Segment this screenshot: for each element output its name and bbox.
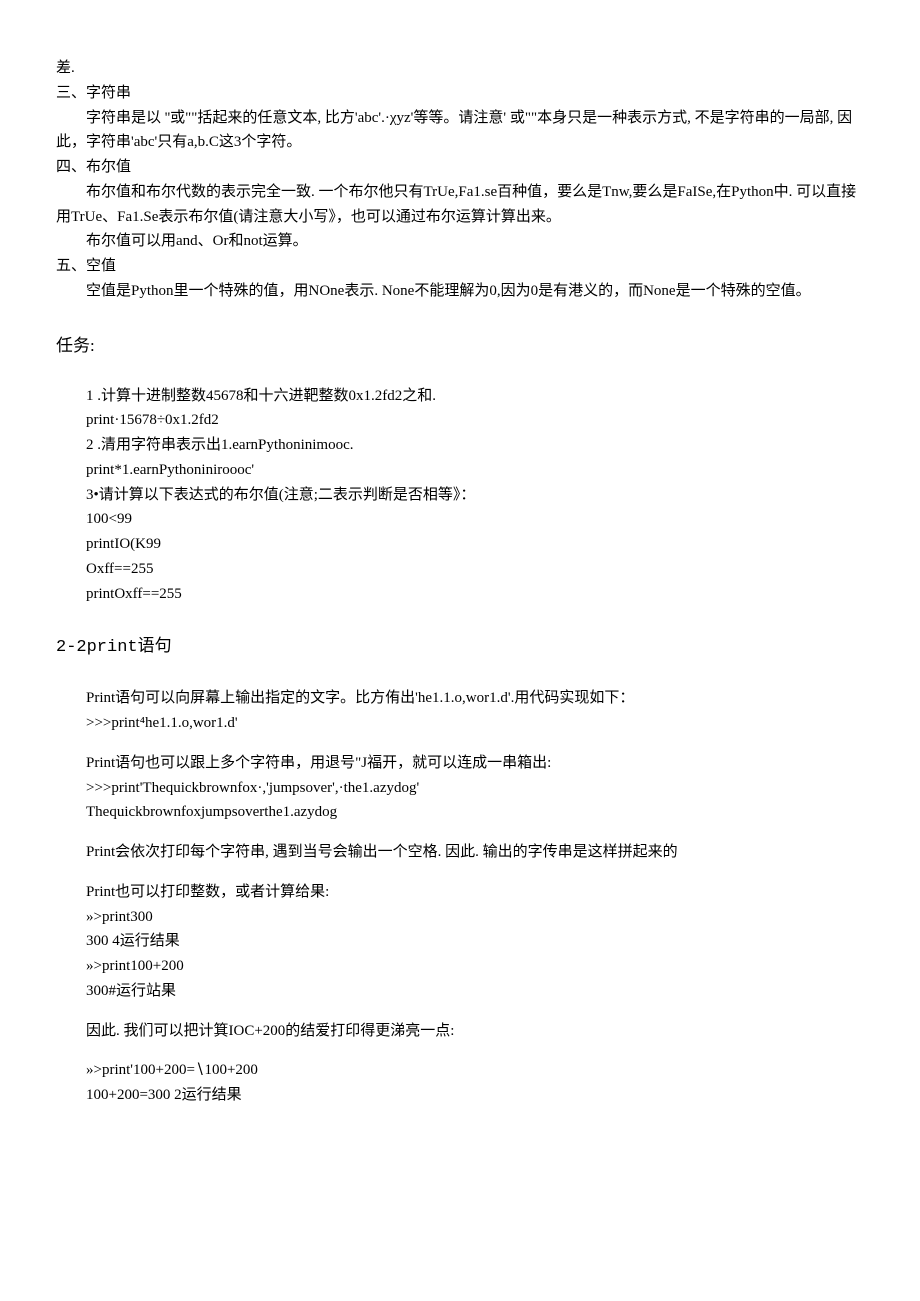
s6b: 100+200=300 2运行结果 — [86, 1083, 864, 1108]
task-3d: printOxff==255 — [86, 582, 864, 607]
paragraph-bool-b: 布尔值可以用and、Or和not运算。 — [56, 229, 864, 254]
paragraph-diff: 差. — [56, 56, 864, 81]
task-3a: 100<99 — [86, 507, 864, 532]
task-3b: printIO(K99 — [86, 532, 864, 557]
task-2: 2 .清用字符串表示出1.earnPythoninimooc. — [86, 433, 864, 458]
s2b: >>>print'Thequickbrownfox·,'jumpsover',·… — [86, 776, 864, 801]
section-2-2-block: Print语句可以向屏幕上输出指定的文字。比方侑出'he1.1.o,wor1.d… — [86, 686, 864, 1108]
task-heading: 任务: — [56, 332, 864, 360]
s2a: Print语句也可以跟上多个字符串，用退号"J福开，就可以连成一串箱出: — [86, 751, 864, 776]
task-1: 1 .计算十进制整数45678和十六进靶整数0x1.2fd2之和. — [86, 384, 864, 409]
paragraph-bool-a: 布尔值和布尔代数的表示完全一致. 一个布尔他只有TrUe,Fa1.se百种值，要… — [56, 180, 864, 230]
s3: Print会依次打印每个字符串, 遇到当号会输出一个空格. 因此. 输出的字传串… — [86, 840, 864, 865]
s2c: Thequickbrownfoxjumpsoverthe1.azydog — [86, 800, 864, 825]
s4c: 300 4运行结果 — [86, 929, 864, 954]
paragraph-string: 字符串是以 ''或""括起来的任意文本, 比方'abc'.·χyz'等等。请注意… — [56, 106, 864, 156]
task-1-code: print·15678÷0x1.2fd2 — [86, 408, 864, 433]
s4b: »>print300 — [86, 905, 864, 930]
task-block: 1 .计算十进制整数45678和十六进靶整数0x1.2fd2之和. print·… — [86, 384, 864, 607]
s1a: Print语句可以向屏幕上输出指定的文字。比方侑出'he1.1.o,wor1.d… — [86, 686, 864, 711]
paragraph-none: 空值是Python里一个特殊的值，用NOne表示. None不能理解为0,因为0… — [56, 279, 864, 304]
heading-section-5: 五、空值 — [56, 254, 864, 279]
heading-section-3: 三、字符串 — [56, 81, 864, 106]
s5: 因此. 我们可以把计箕IOC+200的结爱打印得更涕亮一点: — [86, 1019, 864, 1044]
task-2-code: print*1.earnPythoniniroooc' — [86, 458, 864, 483]
task-3c: Oxff==255 — [86, 557, 864, 582]
s4a: Print也可以打印整数，或者计算给果: — [86, 880, 864, 905]
s4e: 300#运行站果 — [86, 979, 864, 1004]
s4d: »>print100+200 — [86, 954, 864, 979]
s6a: »>print'100+200=∖100+200 — [86, 1058, 864, 1083]
heading-section-4: 四、布尔值 — [56, 155, 864, 180]
heading-2-2-print: 2-2print语句 — [56, 634, 864, 662]
s1b: >>>print⁴he1.1.o,wor1.d' — [86, 711, 864, 736]
task-3: 3•请计算以下表达式的布尔值(注意;二表示判断是否相等》： — [86, 483, 864, 508]
